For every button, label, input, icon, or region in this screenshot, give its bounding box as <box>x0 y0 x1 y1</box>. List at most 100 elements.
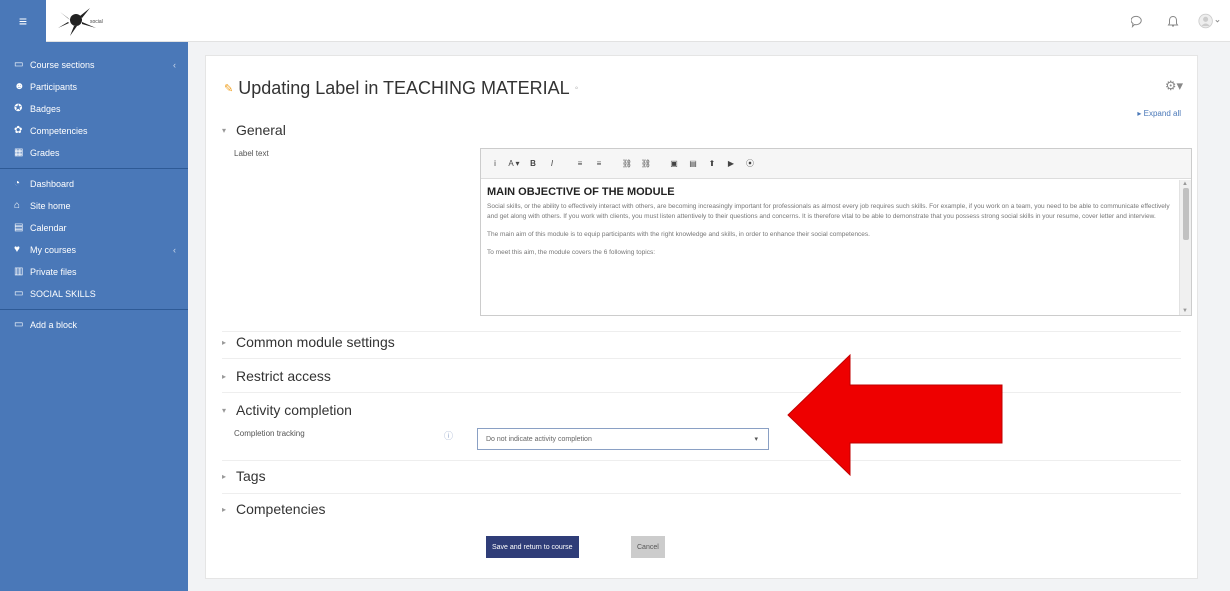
chevron-down-icon: ▾ <box>754 436 758 443</box>
section-title: Tags <box>236 468 266 484</box>
sidebar-item-label: Calendar <box>30 223 67 233</box>
sidebar-item-grades[interactable]: ▦ Grades <box>0 142 188 164</box>
chevron-left-icon: ‹ <box>173 245 176 255</box>
section-competencies[interactable]: ▸ Competencies <box>222 501 326 517</box>
main-card: ✎ Updating Label in TEACHING MATERIAL ◦ … <box>205 55 1198 579</box>
sidebar-item-calendar[interactable]: ▤ Calendar <box>0 217 188 239</box>
sidebar-item-dashboard[interactable]: ◔ Dashboard <box>0 173 188 195</box>
section-title: General <box>236 122 286 138</box>
top-navbar: ≡ social <box>0 0 1230 42</box>
completion-tracking-select[interactable]: Do not indicate activity completion ▾ <box>477 428 769 450</box>
cancel-button[interactable]: Cancel <box>631 536 665 558</box>
badge-icon: ✪ <box>14 103 23 114</box>
media-button[interactable]: ▤ <box>685 156 701 172</box>
bold-button[interactable]: B <box>525 156 541 172</box>
users-icon: ☻ <box>14 81 25 92</box>
collapse-icon: ▾ <box>222 405 227 415</box>
sidebar-item-add-block[interactable]: ▭ Add a block <box>0 314 188 336</box>
grades-icon: ▦ <box>14 147 24 158</box>
record-video-button[interactable]: ▶ <box>723 156 739 172</box>
editor-content[interactable]: MAIN OBJECTIVE OF THE MODULE Social skil… <box>481 180 1179 315</box>
page-title: ✎ Updating Label in TEACHING MATERIAL ◦ <box>224 78 578 99</box>
expand-icon: ▸ <box>222 371 227 381</box>
hamburger-icon[interactable]: ≡ <box>0 0 46 42</box>
sidebar-item-label: Private files <box>30 267 77 277</box>
completion-tracking-label: Completion tracking <box>234 429 305 438</box>
sidebar: ▭ Course sections ‹ ☻ Participants ✪ Bad… <box>0 42 188 591</box>
numbered-list-button[interactable]: ≡ <box>591 156 607 172</box>
sidebar-item-competencies[interactable]: ✿ Competencies <box>0 120 188 142</box>
sidebar-item-private-files[interactable]: ▥ Private files <box>0 261 188 283</box>
editor-toolbar: i A ▾ B I ≡ ≡ ⛓ ⛓ ▣ ▤ ⬆ ▶ ⦿ <box>481 149 1191 179</box>
section-title: Common module settings <box>236 334 395 350</box>
editor-paragraph: The main aim of this module is to equip … <box>487 231 870 238</box>
collapse-icon: ▾ <box>222 125 227 135</box>
add-block-icon: ▭ <box>14 319 24 330</box>
course-icon: ▭ <box>14 288 24 299</box>
divider <box>222 392 1181 393</box>
font-style-button[interactable]: A ▾ <box>506 156 522 172</box>
bullet-list-button[interactable]: ≡ <box>572 156 588 172</box>
expand-icon: ▸ <box>222 504 227 514</box>
editor-heading: MAIN OBJECTIVE OF THE MODULE <box>487 186 675 198</box>
sidebar-item-label: My courses <box>30 245 77 255</box>
competency-icon: ✿ <box>14 125 23 136</box>
dashboard-icon: ◔ <box>14 178 21 189</box>
expand-icon: ▸ <box>222 471 227 481</box>
sidebar-item-label: Dashboard <box>30 179 75 189</box>
toolbar-toggle-button[interactable]: i <box>487 156 503 172</box>
section-tags[interactable]: ▸ Tags <box>222 468 266 484</box>
page-title-text: Updating Label in TEACHING MATERIAL <box>238 78 570 98</box>
courses-icon: ♥ <box>14 244 20 255</box>
sidebar-divider <box>0 168 188 169</box>
sidebar-item-label: Participants <box>30 82 78 92</box>
sidebar-item-label: Competencies <box>30 126 88 136</box>
italic-button[interactable]: I <box>544 156 560 172</box>
chat-icon[interactable] <box>1126 10 1148 32</box>
sidebar-item-badges[interactable]: ✪ Badges <box>0 98 188 120</box>
files-icon: ▥ <box>14 266 24 277</box>
scroll-up-icon[interactable]: ▲ <box>1182 181 1188 187</box>
chevron-left-icon: ‹ <box>173 60 176 70</box>
section-title: Activity completion <box>236 402 352 418</box>
section-general[interactable]: ▾ General <box>222 122 286 138</box>
manage-files-button[interactable]: ⦿ <box>742 156 758 172</box>
expand-all-link[interactable]: ▸ Expand all <box>1137 109 1181 118</box>
divider <box>222 331 1181 332</box>
link-button[interactable]: ⛓ <box>619 156 635 172</box>
sidebar-item-course-sections[interactable]: ▭ Course sections ‹ <box>0 54 188 76</box>
divider <box>222 460 1181 461</box>
bell-icon[interactable] <box>1162 10 1184 32</box>
save-and-return-button[interactable]: Save and return to course <box>486 536 579 558</box>
divider <box>222 493 1181 494</box>
divider <box>222 358 1181 359</box>
expand-icon: ▸ <box>222 337 227 347</box>
section-title: Competencies <box>236 501 326 517</box>
file-upload-button[interactable]: ⬆ <box>704 156 720 172</box>
user-avatar-icon[interactable] <box>1198 10 1220 32</box>
section-common-module-settings[interactable]: ▸ Common module settings <box>222 334 395 350</box>
svg-text:social: social <box>90 19 103 25</box>
sidebar-item-site-home[interactable]: ⌂ Site home <box>0 195 188 217</box>
editor-paragraph: To meet this aim, the module covers the … <box>487 249 655 256</box>
label-text-editor[interactable]: i A ▾ B I ≡ ≡ ⛓ ⛓ ▣ ▤ ⬆ ▶ ⦿ MAIN OBJECTI… <box>480 148 1192 316</box>
site-logo[interactable]: social <box>56 4 136 38</box>
scroll-down-icon[interactable]: ▼ <box>1182 308 1188 314</box>
sidebar-item-label: Grades <box>30 148 60 158</box>
sidebar-item-participants[interactable]: ☻ Participants <box>0 76 188 98</box>
help-icon[interactable]: ◦ <box>575 83 579 94</box>
home-icon: ⌂ <box>14 200 21 211</box>
gear-icon[interactable]: ⚙▾ <box>1165 78 1183 94</box>
sidebar-item-label: SOCIAL SKILLS <box>30 289 96 299</box>
unlink-button[interactable]: ⛓ <box>638 156 654 172</box>
sidebar-item-label: Course sections <box>30 60 95 70</box>
image-button[interactable]: ▣ <box>666 156 682 172</box>
section-restrict-access[interactable]: ▸ Restrict access <box>222 368 331 384</box>
scrollbar-thumb[interactable] <box>1183 188 1189 240</box>
section-activity-completion[interactable]: ▾ Activity completion <box>222 402 352 418</box>
label-text-label: Label text <box>234 149 269 158</box>
editor-scrollbar[interactable]: ▲ ▼ <box>1179 180 1191 315</box>
sidebar-item-my-courses[interactable]: ♥ My courses ‹ <box>0 239 188 261</box>
sidebar-item-social-skills[interactable]: ▭ SOCIAL SKILLS <box>0 283 188 305</box>
help-icon[interactable]: ⓘ <box>444 429 453 442</box>
